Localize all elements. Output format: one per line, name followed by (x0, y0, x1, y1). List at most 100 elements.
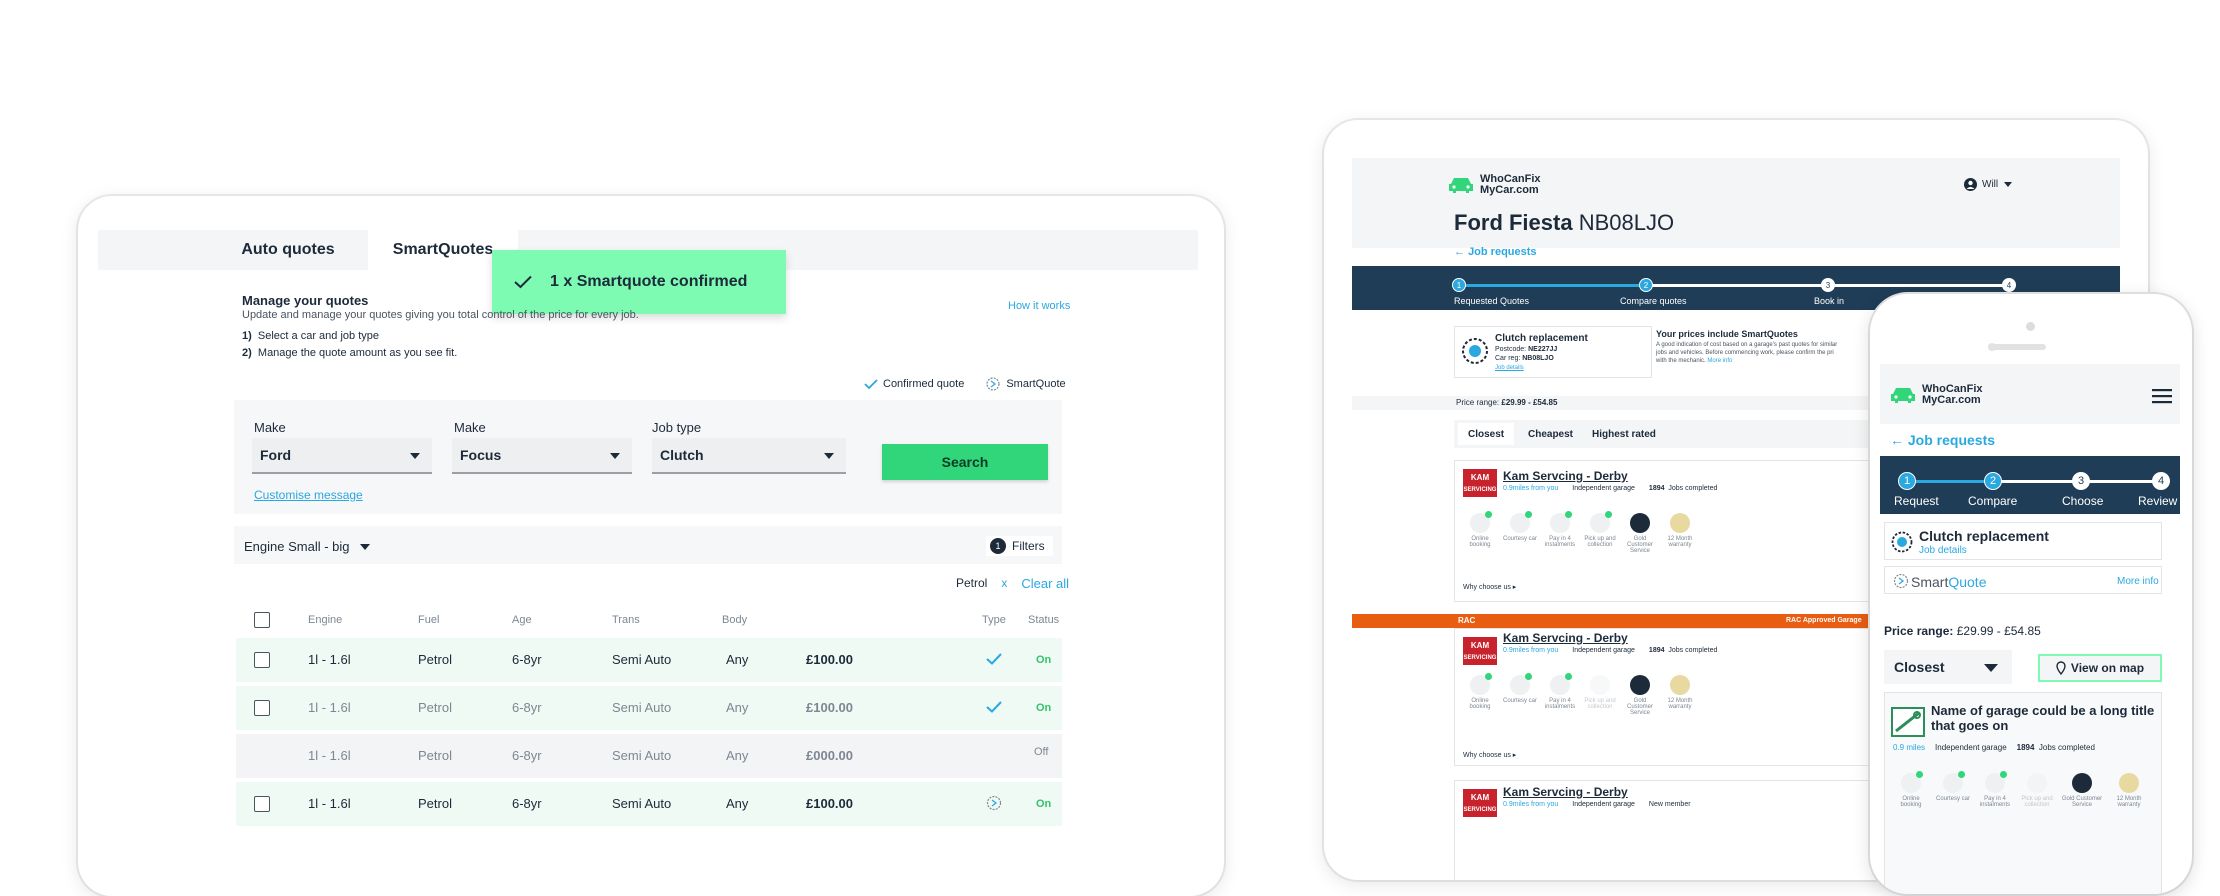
why-choose-us-link[interactable]: Why choose us ▸ (1463, 583, 1516, 591)
legend: Confirmed quote SmartQuote (864, 377, 1066, 391)
smartquote-icon (986, 795, 1002, 811)
step-line-done (1906, 480, 1994, 483)
why-choose-us-link[interactable]: Why choose us ▸ (1463, 751, 1516, 759)
garage-meta: 0.9miles from you Independent garage 189… (1503, 485, 1717, 492)
table-row[interactable]: 1l - 1.6l Petrol 6-8yr Semi Auto Any £10… (236, 782, 1062, 826)
user-menu[interactable]: Will (1964, 178, 2013, 191)
back-link-label: Job requests (1468, 246, 1537, 258)
header-type: Type (982, 614, 1006, 626)
kam-logo-line-1: KAM (1470, 641, 1490, 650)
tab-auto-quotes[interactable]: Auto quotes (208, 230, 368, 270)
garage-card[interactable]: Name of garage could be a long title tha… (1884, 692, 2162, 894)
garage-name[interactable]: Name of garage could be a long title tha… (1931, 703, 2155, 733)
model-select[interactable]: Focus (452, 438, 632, 474)
site-logo[interactable]: WhoCanFix MyCar.com (1448, 174, 1541, 196)
manage-title: Manage your quotes (242, 293, 369, 308)
how-it-works-link[interactable]: How it works (1008, 300, 1070, 312)
remove-chip-button[interactable]: x (1001, 576, 1007, 590)
filters-label: Filters (1012, 539, 1045, 553)
garage-type: Independent garage (1572, 485, 1635, 492)
caret-down-icon (410, 453, 420, 459)
status-toggle[interactable]: On (1036, 654, 1051, 666)
cell-body: Any (726, 748, 749, 763)
smartquote-wordmark: SmartQuote (1911, 574, 1986, 590)
job-details-link[interactable]: Job details (1919, 545, 1967, 556)
header-engine: Engine (308, 614, 343, 626)
cell-body: Any (726, 652, 749, 667)
feature-pickup: Pick up and collection (1583, 511, 1617, 548)
cell-engine: 1l - 1.6l (308, 748, 351, 763)
rac-logo: RAC (1458, 616, 1476, 625)
row-checkbox[interactable] (254, 700, 270, 716)
status-toggle[interactable]: Off (1034, 746, 1048, 758)
smartquote-info: Your prices include SmartQuotes A good i… (1656, 330, 1876, 365)
job-title: Clutch replacement (1495, 333, 1588, 344)
check-icon (986, 701, 1002, 713)
garage-name[interactable]: Kam Servcing - Derby (1503, 469, 1628, 483)
step-3-dot: 3 (1821, 278, 1835, 292)
back-link-label: Job requests (1907, 432, 1996, 448)
select-all-checkbox[interactable] (254, 612, 270, 628)
status-toggle[interactable]: On (1036, 798, 1051, 810)
more-info-link[interactable]: More info (1707, 358, 1732, 364)
step-2-dot: 2 (1639, 278, 1653, 292)
back-link[interactable]: ← Job requests (1890, 432, 1995, 448)
job-type-select[interactable]: Clutch (652, 438, 846, 474)
table-row[interactable]: 1l - 1.6l Petrol 6-8yr Semi Auto Any £00… (236, 734, 1062, 778)
cell-price[interactable]: £100.00 (806, 796, 853, 811)
toast-text: 1 x Smartquote confirmed (550, 273, 748, 290)
sort-tab-cheapest[interactable]: Cheapest (1528, 429, 1573, 440)
sort-tab-highest-rated[interactable]: Highest rated (1592, 429, 1656, 440)
check-icon (514, 275, 532, 289)
garage-name[interactable]: Kam Servcing - Derby (1503, 785, 1628, 799)
sort-dropdown[interactable]: Closest (1884, 650, 2012, 684)
cell-price[interactable]: £000.00 (806, 748, 853, 763)
back-link[interactable]: ← Job requests (1454, 246, 1537, 258)
postcode-value: NE227JJ (1528, 346, 1558, 353)
cell-price[interactable]: £100.00 (806, 652, 853, 667)
hamburger-menu-icon[interactable] (2152, 388, 2172, 404)
cell-engine: 1l - 1.6l (308, 796, 351, 811)
cell-trans: Semi Auto (612, 796, 672, 811)
check-icon (864, 378, 878, 389)
cell-fuel: Petrol (418, 700, 452, 715)
header-body: Body (722, 614, 748, 626)
search-button[interactable]: Search (882, 444, 1048, 480)
row-checkbox[interactable] (254, 796, 270, 812)
feature-warranty: 12 Month warranty (1663, 513, 1697, 548)
row-checkbox[interactable] (254, 652, 270, 668)
smartquote-icon (986, 377, 1000, 391)
smart-word: Smart (1911, 574, 1949, 590)
feature-courtesy-car: Courtesy car (1503, 511, 1537, 542)
customise-message-link[interactable]: Customise message (254, 488, 363, 502)
clear-all-link[interactable]: Clear all (1021, 576, 1069, 591)
price-range-label: Price range: (1456, 398, 1500, 407)
sort-tab-closest[interactable]: Closest (1458, 423, 1515, 445)
view-on-map-button[interactable]: View on map (2038, 654, 2162, 682)
user-name: Will (1982, 179, 1999, 190)
step-1-label: Request (1894, 494, 1939, 508)
garage-logo: KAM SERVICING (1463, 637, 1497, 665)
garage-name[interactable]: Kam Servcing - Derby (1503, 631, 1628, 645)
cell-price[interactable]: £100.00 (806, 700, 853, 715)
calendar-icon (1470, 673, 1492, 695)
postcode-label: Postcode: (1495, 346, 1527, 353)
filter-chips: Petrol x Clear all (952, 574, 1069, 592)
table-row[interactable]: 1l - 1.6l Petrol 6-8yr Semi Auto Any £10… (236, 638, 1062, 682)
site-logo[interactable]: WhoCanFix MyCar.com (1890, 384, 1983, 406)
step-3-label: Book in (1814, 296, 1845, 306)
table-row[interactable]: 1l - 1.6l Petrol 6-8yr Semi Auto Any £10… (236, 686, 1062, 730)
step-1-num: 1) (242, 330, 252, 342)
make-select[interactable]: Ford (252, 438, 432, 474)
more-info-link[interactable]: More info (2117, 576, 2159, 587)
manage-description: Update and manage your quotes giving you… (242, 309, 639, 321)
engine-dropdown[interactable]: Engine Small - big (244, 539, 370, 554)
job-details-link[interactable]: Job details (1495, 365, 1524, 371)
step-2-num: 2) (242, 347, 252, 359)
status-toggle[interactable]: On (1036, 702, 1051, 714)
sort-dropdown-label: Closest (1894, 659, 1945, 675)
garage-distance: 0.9miles from you (1503, 485, 1559, 492)
filters-button[interactable]: 1 Filters (986, 536, 1053, 556)
job-type-label: Job type (652, 420, 702, 435)
feature-gold-service: Gold Customer Service (2059, 773, 2105, 808)
